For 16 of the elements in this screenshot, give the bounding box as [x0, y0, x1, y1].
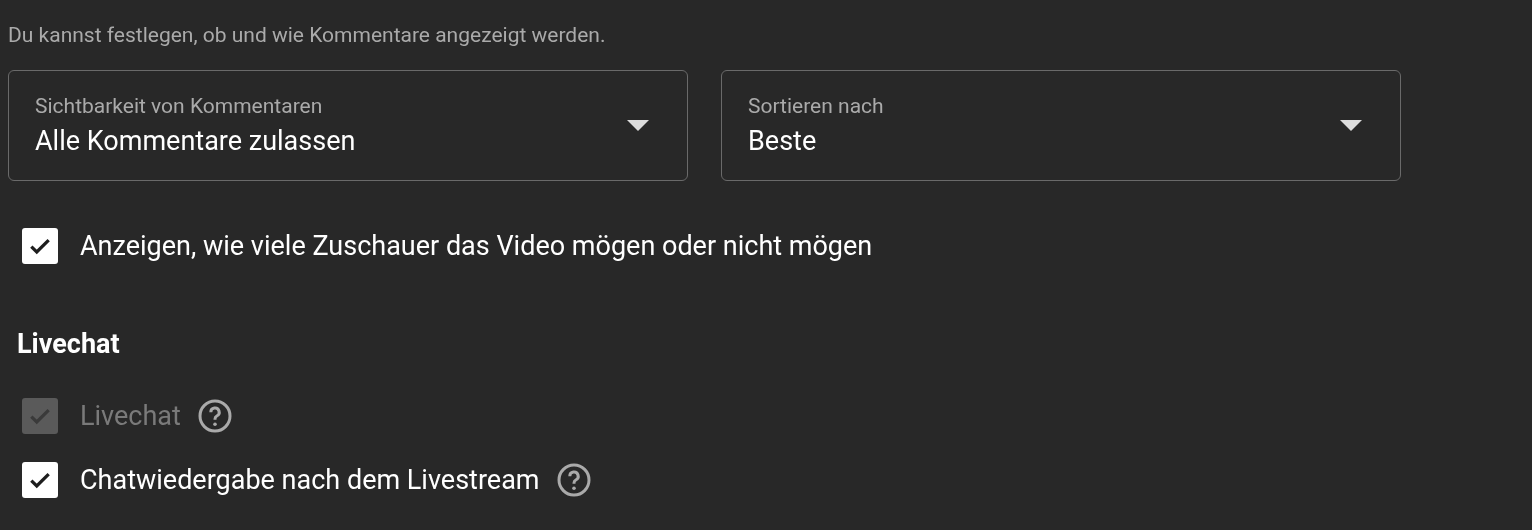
option-label: Livechat: [80, 398, 181, 434]
dropdown-label: Sortieren nach: [748, 92, 885, 120]
checkbox[interactable]: [22, 462, 58, 498]
dropdown[interactable]: Sortieren nach Beste: [721, 70, 1401, 181]
dropdown-value: Alle Kommentare zulassen: [35, 123, 357, 159]
section-heading: Livechat: [16, 327, 121, 362]
option-label: Chatwiedergabe nach dem Livestream: [80, 462, 540, 498]
dropdown-value: Beste: [748, 123, 818, 159]
description: Du kannst festlegen, ob und wie Kommentare angezeigt werden.: [7, 22, 607, 49]
checkbox[interactable]: [22, 228, 58, 264]
caret-icon: [1340, 120, 1362, 131]
help-icon[interactable]: [555, 462, 592, 498]
caret-icon: [627, 120, 649, 131]
option-label: Anzeigen, wie viele Zuschauer das Video mögen oder nicht mögen: [80, 228, 873, 264]
dropdown-label: Sichtbarkeit von Kommentaren: [35, 92, 324, 120]
dropdown[interactable]: Sichtbarkeit von Kommentaren Alle Kommentare zulassen: [8, 70, 688, 181]
